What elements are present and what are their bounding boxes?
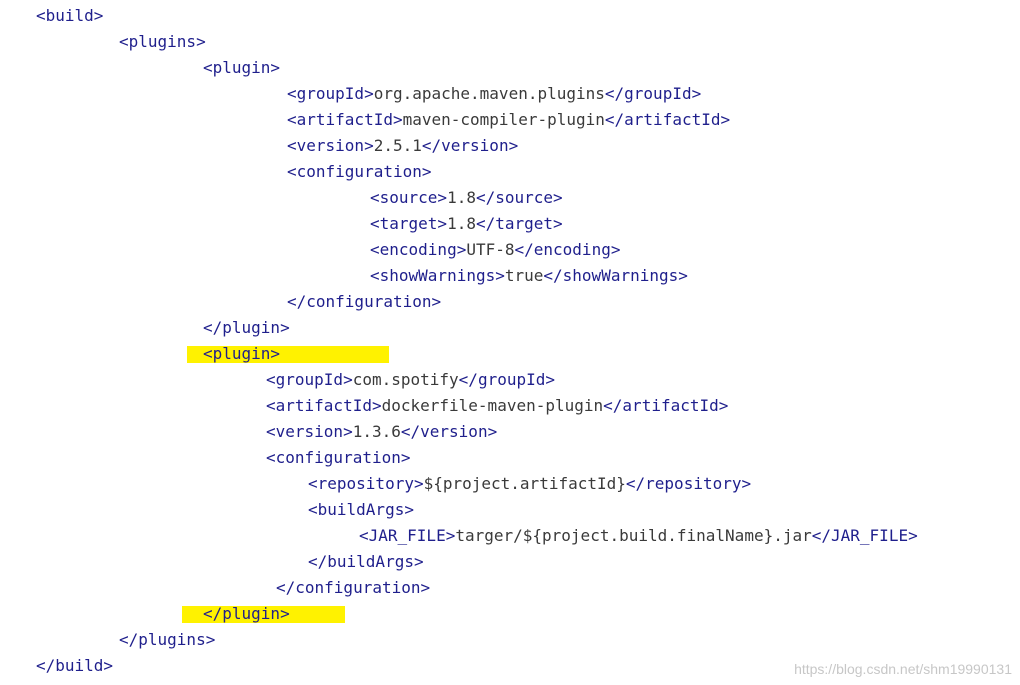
code-line: <encoding>UTF-8</encoding> <box>370 237 620 263</box>
xml-open-tag: <artifactId> <box>266 396 382 415</box>
xml-open-tag: <groupId> <box>287 84 374 103</box>
xml-close-tag: </repository> <box>625 474 752 493</box>
xml-open-tag: <showWarnings> <box>370 266 505 285</box>
code-view: <build> <plugins> <plugin> <groupId>org.apa… <box>0 0 1020 685</box>
code-line: <build> <box>36 3 103 29</box>
xml-text: true <box>504 266 544 285</box>
xml-open-tag: </plugins> <box>119 630 216 649</box>
xml-open-tag: <source> <box>370 188 448 207</box>
xml-open-tag: <version> <box>266 422 353 441</box>
code-line: </plugin> <box>203 601 290 627</box>
code-line: <artifactId>dockerfile-maven-plugin</art… <box>266 393 728 419</box>
code-line: </build> <box>36 653 113 679</box>
xml-text: ${project.artifactId} <box>423 474 626 493</box>
xml-text: com.spotify <box>352 370 459 389</box>
xml-open-tag: <encoding> <box>370 240 467 259</box>
xml-close-tag: </encoding> <box>514 240 621 259</box>
xml-close-tag: </artifactId> <box>603 396 729 415</box>
xml-open-tag: <repository> <box>308 474 424 493</box>
xml-open-tag: <target> <box>370 214 448 233</box>
code-line: <JAR_FILE>targer/${project.build.finalNa… <box>359 523 918 549</box>
code-line: <buildArgs> <box>308 497 414 523</box>
xml-open-tag: <configuration> <box>266 448 411 467</box>
xml-text: 1.8 <box>447 214 476 233</box>
code-line: <groupId>org.apache.maven.plugins</group… <box>287 81 701 107</box>
xml-text: dockerfile-maven-plugin <box>381 396 604 415</box>
xml-close-tag: </JAR_FILE> <box>811 526 918 545</box>
xml-close-tag: </source> <box>475 188 563 207</box>
code-line: <configuration> <box>266 445 411 471</box>
xml-open-tag: <plugin> <box>203 58 281 77</box>
xml-open-tag: </configuration> <box>287 292 442 311</box>
xml-text: 1.3.6 <box>352 422 401 441</box>
code-line: <plugin> <box>203 341 280 367</box>
xml-open-tag: <plugins> <box>119 32 206 51</box>
code-line: <target>1.8</target> <box>370 211 563 237</box>
xml-open-tag: </build> <box>36 656 114 675</box>
xml-text: 2.5.1 <box>373 136 422 155</box>
code-line: <version>1.3.6</version> <box>266 419 497 445</box>
xml-text: org.apache.maven.plugins <box>373 84 605 103</box>
xml-open-tag: </configuration> <box>276 578 431 597</box>
xml-open-tag: <JAR_FILE> <box>359 526 456 545</box>
code-line: <plugin> <box>203 55 280 81</box>
xml-close-tag: </groupId> <box>458 370 555 389</box>
xml-open-tag: </plugin> <box>203 604 290 623</box>
xml-text: maven-compiler-plugin <box>402 110 605 129</box>
xml-open-tag: </plugin> <box>203 318 290 337</box>
xml-close-tag: </showWarnings> <box>543 266 688 285</box>
xml-open-tag: <buildArgs> <box>308 500 414 519</box>
code-line: <repository>${project.artifactId}</repos… <box>308 471 751 497</box>
xml-close-tag: </artifactId> <box>604 110 731 129</box>
xml-close-tag: </target> <box>475 214 563 233</box>
xml-open-tag: <build> <box>36 6 104 25</box>
code-line: <configuration> <box>287 159 432 185</box>
code-line: </buildArgs> <box>308 549 424 575</box>
code-line: <source>1.8</source> <box>370 185 563 211</box>
xml-text: UTF-8 <box>466 240 515 259</box>
code-line: </configuration> <box>276 575 430 601</box>
xml-open-tag: </buildArgs> <box>308 552 424 571</box>
code-line: <version>2.5.1</version> <box>287 133 518 159</box>
code-line: </configuration> <box>287 289 441 315</box>
code-line: <plugins> <box>119 29 206 55</box>
code-line: <showWarnings>true</showWarnings> <box>370 263 688 289</box>
xml-open-tag: <artifactId> <box>287 110 403 129</box>
xml-open-tag: <version> <box>287 136 374 155</box>
xml-open-tag: <plugin> <box>203 344 281 363</box>
code-line: </plugins> <box>119 627 215 653</box>
watermark: https://blog.csdn.net/shm19990131 <box>794 661 1012 677</box>
xml-close-tag: </version> <box>421 136 519 155</box>
xml-text: 1.8 <box>447 188 476 207</box>
code-line: <groupId>com.spotify</groupId> <box>266 367 555 393</box>
xml-open-tag: <groupId> <box>266 370 353 389</box>
code-line: </plugin> <box>203 315 290 341</box>
xml-text: targer/${project.build.finalName}.jar <box>455 526 812 545</box>
xml-close-tag: </groupId> <box>604 84 702 103</box>
code-line: <artifactId>maven-compiler-plugin</artif… <box>287 107 730 133</box>
xml-close-tag: </version> <box>400 422 498 441</box>
xml-open-tag: <configuration> <box>287 162 432 181</box>
